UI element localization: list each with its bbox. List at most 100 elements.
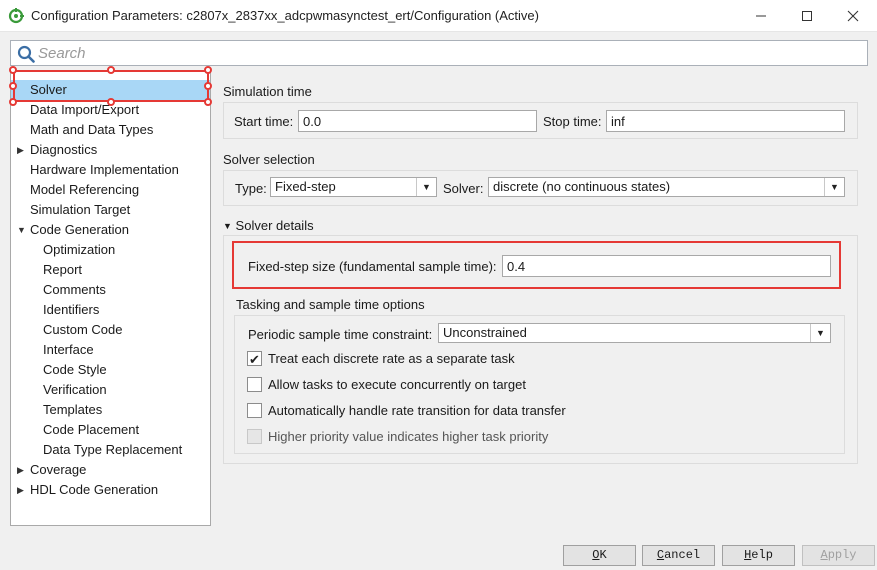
tree-item-data-import-export[interactable]: Data Import/Export xyxy=(11,100,210,120)
title-bar: Configuration Parameters: c2807x_2837xx_… xyxy=(0,0,877,32)
tree-item-report[interactable]: Report xyxy=(11,260,210,280)
apply-label: pply xyxy=(827,548,857,562)
tree-item-hardware-implementation[interactable]: Hardware Implementation xyxy=(11,160,210,180)
solver-type-dropdown[interactable]: Fixed-step ▼ xyxy=(270,177,437,197)
tree-item-solver[interactable]: Solver xyxy=(11,80,210,100)
section-title-simulation-time: Simulation time xyxy=(223,84,312,99)
tree-item-label: Templates xyxy=(43,402,103,417)
tree-item-label: Solver xyxy=(30,82,67,97)
tree-item-templates[interactable]: Templates xyxy=(11,400,210,420)
section-title-tasking: Tasking and sample time options xyxy=(236,297,425,312)
tree-item-code-style[interactable]: Code Style xyxy=(11,360,210,380)
solver-details-toggle[interactable]: ▼ Solver details xyxy=(223,218,314,233)
tree-item-label: Report xyxy=(43,262,83,277)
tree-item-verification[interactable]: Verification xyxy=(11,380,210,400)
chevron-down-icon[interactable]: ▼ xyxy=(810,324,830,342)
minimize-icon xyxy=(756,15,766,17)
chevron-down-icon[interactable]: ▼ xyxy=(824,178,844,196)
help-button[interactable]: Help xyxy=(722,545,795,566)
tree-item-comments[interactable]: Comments xyxy=(11,280,210,300)
stop-time-field[interactable] xyxy=(606,110,845,132)
ok-mnemonic: O xyxy=(592,548,600,562)
checkbox-disabled xyxy=(247,429,262,444)
apply-button: Apply xyxy=(802,545,875,566)
tree-item-model-referencing[interactable]: Model Referencing xyxy=(11,180,210,200)
expand-arrow-icon[interactable]: ▶ xyxy=(17,460,27,480)
close-button[interactable] xyxy=(830,0,876,32)
tree-item-custom-code[interactable]: Custom Code xyxy=(11,320,210,340)
periodic-constraint-dropdown[interactable]: Unconstrained ▼ xyxy=(438,323,831,343)
start-time-field[interactable] xyxy=(298,110,537,132)
tree-item-label: Diagnostics xyxy=(30,142,98,157)
type-label: Type: xyxy=(235,181,267,196)
tree-item-label: Coverage xyxy=(30,462,87,477)
maximize-button[interactable] xyxy=(784,0,830,32)
tree-item-label: Code Style xyxy=(43,362,107,377)
tree-item-label: Code Placement xyxy=(43,422,140,437)
checkbox[interactable] xyxy=(247,377,262,392)
tree-item-hdl-code-generation[interactable]: ▶ HDL Code Generation xyxy=(11,480,210,500)
section-title-solver-details: Solver details xyxy=(235,218,314,233)
tree-item-label: Interface xyxy=(43,342,94,357)
start-time-label: Start time: xyxy=(234,114,294,129)
maximize-icon xyxy=(802,11,812,21)
tree-item-diagnostics[interactable]: ▶ Diagnostics xyxy=(11,140,210,160)
ok-label: K xyxy=(599,548,607,562)
tree-item-code-generation[interactable]: ▼ Code Generation xyxy=(11,220,210,240)
checkbox-label: Automatically handle rate transition for… xyxy=(268,403,566,418)
tree-item-simulation-target[interactable]: Simulation Target xyxy=(11,200,210,220)
chevron-down-icon[interactable]: ▼ xyxy=(416,178,436,196)
tree-item-code-placement[interactable]: Code Placement xyxy=(11,420,210,440)
tree-item-label: Identifiers xyxy=(43,302,100,317)
section-title-solver-selection: Solver selection xyxy=(223,152,315,167)
checkbox-label: Higher priority value indicates higher t… xyxy=(268,429,549,444)
tree-item-label: Verification xyxy=(43,382,107,397)
category-tree: Solver Data Import/Export Math and Data … xyxy=(10,70,211,526)
tree-item-label: Comments xyxy=(43,282,106,297)
tree-item-label: Custom Code xyxy=(43,322,123,337)
simulink-config-icon xyxy=(8,8,24,24)
ok-button[interactable]: OK xyxy=(563,545,636,566)
help-label: elp xyxy=(751,548,773,562)
solver-label: Solver: xyxy=(443,181,484,196)
tree-item-label: Math and Data Types xyxy=(30,122,154,137)
cancel-label: ancel xyxy=(664,548,701,562)
fixed-step-size-label: Fixed-step size (fundamental sample time… xyxy=(248,259,497,274)
tree-item-data-type-replacement[interactable]: Data Type Replacement xyxy=(11,440,210,460)
collapse-arrow-icon[interactable]: ▼ xyxy=(17,220,27,240)
checkbox-label: Treat each discrete rate as a separate t… xyxy=(268,351,515,366)
checkbox-label: Allow tasks to execute concurrently on t… xyxy=(268,377,526,392)
tree-item-interface[interactable]: Interface xyxy=(11,340,210,360)
tree-item-label: Data Type Replacement xyxy=(43,442,183,457)
tree-item-identifiers[interactable]: Identifiers xyxy=(11,300,210,320)
periodic-constraint-value: Unconstrained xyxy=(443,325,527,340)
collapse-arrow-icon: ▼ xyxy=(223,221,232,231)
checkbox[interactable]: ✔ xyxy=(247,351,262,367)
tree-item-label: Optimization xyxy=(43,242,116,257)
apply-mnemonic: A xyxy=(820,548,828,562)
search-input[interactable] xyxy=(38,44,858,62)
tree-item-math-data-types[interactable]: Math and Data Types xyxy=(11,120,210,140)
periodic-constraint-label: Periodic sample time constraint: xyxy=(248,327,433,342)
close-icon xyxy=(847,10,859,22)
expand-arrow-icon[interactable]: ▶ xyxy=(17,480,27,500)
tree-item-label: Data Import/Export xyxy=(30,102,140,117)
expand-arrow-icon[interactable]: ▶ xyxy=(17,140,27,160)
tree-item-label: HDL Code Generation xyxy=(30,482,159,497)
tree-item-optimization[interactable]: Optimization xyxy=(11,240,210,260)
minimize-button[interactable] xyxy=(738,0,784,32)
solver-type-value: Fixed-step xyxy=(275,179,336,194)
stop-time-label: Stop time: xyxy=(543,114,602,129)
cancel-mnemonic: C xyxy=(656,548,665,562)
checkbox[interactable] xyxy=(247,403,262,418)
window-title: Configuration Parameters: c2807x_2837xx_… xyxy=(31,8,539,23)
tree-item-label: Hardware Implementation xyxy=(30,162,179,177)
tree-item-label: Simulation Target xyxy=(30,202,131,217)
cancel-button[interactable]: Cancel xyxy=(642,545,715,566)
solver-dropdown[interactable]: discrete (no continuous states) ▼ xyxy=(488,177,845,197)
checkmark-icon: ✔ xyxy=(249,352,260,367)
search-box[interactable] xyxy=(10,40,868,66)
search-icon xyxy=(17,45,35,63)
tree-item-coverage[interactable]: ▶ Coverage xyxy=(11,460,210,480)
fixed-step-size-field[interactable] xyxy=(502,255,831,277)
